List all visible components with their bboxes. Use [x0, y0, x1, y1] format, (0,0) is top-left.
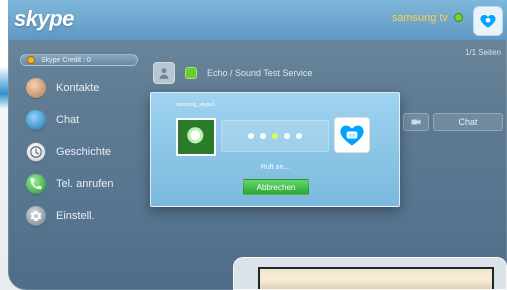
calling-status-text: Ruft an... [260, 164, 290, 171]
progress-dot [260, 133, 266, 139]
person-icon [159, 68, 169, 79]
contact-avatar [153, 62, 175, 84]
progress-dot [296, 133, 302, 139]
online-status-icon [454, 13, 463, 22]
skype-logo: skype [14, 6, 74, 31]
sidebar-item-chat[interactable]: Chat [26, 104, 146, 136]
pagination-indicator: 1/1 Seiten [464, 48, 501, 57]
sidebar-item-contacts[interactable]: Kontakte [26, 72, 146, 104]
contact-name: Echo / Sound Test Service [207, 68, 313, 78]
caller-avatar [176, 118, 216, 156]
gear-icon [26, 206, 46, 226]
chat-button-label: Chat [458, 117, 478, 127]
skype-credit-label: Skype Credit : 0 [41, 56, 91, 64]
calling-dialog: samsung_skype1 Ruft an... Abbrechen [150, 92, 400, 207]
sidebar-item-settings[interactable]: Einstell. [26, 200, 146, 232]
chat-icon [26, 110, 46, 130]
sidebar-item-call[interactable]: Tel. anrufen [26, 168, 146, 200]
sidebar-item-label: Einstell. [56, 210, 95, 222]
chat-button[interactable]: Chat [433, 113, 503, 131]
video-preview [233, 257, 507, 290]
handset-icon [30, 178, 42, 190]
contact-actions: Chat [403, 113, 503, 131]
current-user: samsung tv [392, 12, 463, 24]
heart-avatar-icon [480, 15, 496, 28]
progress-dot-active [272, 133, 278, 139]
video-preview-frame [258, 267, 494, 289]
contact-row[interactable]: Echo / Sound Test Service [153, 58, 493, 88]
profile-avatar[interactable] [473, 6, 503, 36]
sidebar-item-label: Chat [56, 114, 80, 126]
coin-icon [27, 56, 35, 64]
skype-screen: skype samsung tv 1/1 Seiten Skype Credit… [8, 0, 507, 290]
online-status-icon [185, 67, 197, 79]
caller-username: samsung_skype1 [176, 102, 215, 108]
camera-icon [411, 119, 421, 125]
clock-hands-icon [30, 146, 42, 158]
calling-progress [221, 120, 329, 152]
sidebar: Kontakte Chat Geschichte Tel. anrufen Ei… [26, 72, 146, 232]
sidebar-item-label: Tel. anrufen [56, 178, 114, 190]
contacts-icon [26, 78, 46, 98]
history-clock-icon [26, 142, 46, 162]
sidebar-item-label: Kontakte [56, 82, 100, 94]
gear-shape-icon [30, 211, 42, 221]
call-heart-icon [340, 125, 364, 146]
progress-dot [284, 133, 290, 139]
phone-icon [26, 174, 46, 194]
current-user-name: samsung tv [391, 12, 448, 24]
cancel-call-label: Abbrechen [256, 182, 296, 192]
sidebar-item-label: Geschichte [56, 146, 112, 158]
cancel-call-button[interactable]: Abbrechen [243, 179, 309, 195]
progress-dot [248, 133, 254, 139]
top-bar: skype samsung tv [8, 0, 507, 40]
skype-credit: Skype Credit : 0 [20, 54, 138, 66]
callee-avatar [334, 117, 370, 153]
sidebar-item-history[interactable]: Geschichte [26, 136, 146, 168]
video-call-button[interactable] [403, 113, 429, 131]
